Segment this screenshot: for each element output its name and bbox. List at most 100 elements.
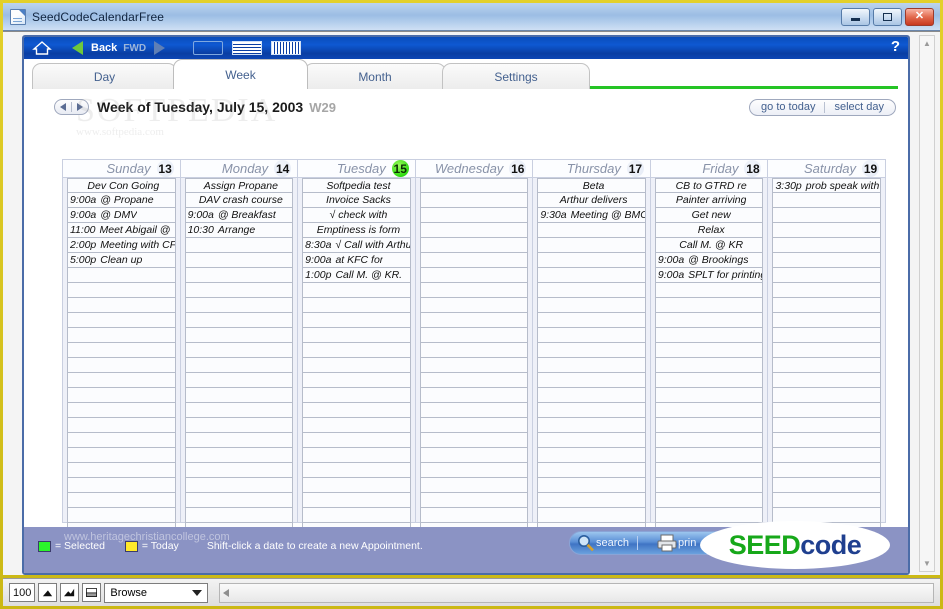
empty-slot[interactable] bbox=[537, 448, 646, 463]
appointment-row[interactable]: Arthur delivers bbox=[537, 193, 646, 208]
forward-arrow-icon[interactable] bbox=[154, 41, 166, 55]
mode-select[interactable]: Browse bbox=[104, 582, 209, 603]
list-view-icon[interactable] bbox=[232, 41, 263, 55]
tab-week[interactable]: Week bbox=[173, 59, 308, 89]
empty-slot[interactable] bbox=[654, 358, 764, 373]
empty-slot[interactable] bbox=[419, 268, 529, 283]
empty-slot[interactable] bbox=[184, 238, 294, 253]
empty-slot[interactable] bbox=[772, 418, 882, 433]
empty-slot[interactable] bbox=[772, 493, 882, 508]
empty-slot[interactable] bbox=[772, 478, 882, 493]
empty-slot[interactable] bbox=[419, 298, 529, 313]
empty-slot[interactable] bbox=[772, 433, 882, 448]
empty-slot[interactable] bbox=[654, 283, 764, 298]
empty-slot[interactable] bbox=[772, 208, 882, 223]
appointment-row[interactable]: CB to GTRD re bbox=[654, 178, 764, 193]
empty-slot[interactable] bbox=[537, 328, 646, 343]
appointment-row[interactable]: 9:00a @ Propane bbox=[67, 193, 176, 208]
empty-slot[interactable] bbox=[67, 343, 176, 358]
empty-slot[interactable] bbox=[419, 493, 529, 508]
empty-slot[interactable] bbox=[67, 298, 176, 313]
maximize-button[interactable] bbox=[873, 7, 902, 26]
empty-slot[interactable] bbox=[537, 478, 646, 493]
appointment-row[interactable]: Relax bbox=[654, 223, 764, 238]
empty-slot[interactable] bbox=[419, 223, 529, 238]
empty-slot[interactable] bbox=[654, 463, 764, 478]
appointment-row[interactable]: 9:00a SPLT for printing bbox=[654, 268, 764, 283]
next-week-icon[interactable] bbox=[77, 103, 83, 111]
empty-slot[interactable] bbox=[302, 403, 411, 418]
appointment-row[interactable]: Assign Propane bbox=[184, 178, 294, 193]
back-label[interactable]: Back bbox=[91, 42, 117, 54]
empty-slot[interactable] bbox=[302, 328, 411, 343]
home-icon[interactable] bbox=[32, 40, 52, 56]
empty-slot[interactable] bbox=[654, 478, 764, 493]
status-bar-track[interactable] bbox=[219, 582, 934, 603]
minimize-button[interactable] bbox=[841, 7, 870, 26]
appointment-row[interactable]: Painter arriving bbox=[654, 193, 764, 208]
empty-slot[interactable] bbox=[419, 238, 529, 253]
empty-slot[interactable] bbox=[537, 493, 646, 508]
empty-slot[interactable] bbox=[537, 388, 646, 403]
empty-slot[interactable] bbox=[537, 433, 646, 448]
day-number[interactable]: 18 bbox=[744, 160, 762, 177]
empty-slot[interactable] bbox=[184, 328, 294, 343]
empty-slot[interactable] bbox=[184, 358, 294, 373]
empty-slot[interactable] bbox=[302, 343, 411, 358]
empty-slot[interactable] bbox=[654, 328, 764, 343]
empty-slot[interactable] bbox=[419, 373, 529, 388]
empty-slot[interactable] bbox=[184, 448, 294, 463]
empty-slot[interactable] bbox=[419, 208, 529, 223]
empty-slot[interactable] bbox=[419, 508, 529, 523]
empty-slot[interactable] bbox=[772, 268, 882, 283]
empty-slot[interactable] bbox=[67, 268, 176, 283]
empty-slot[interactable] bbox=[67, 283, 176, 298]
empty-slot[interactable] bbox=[184, 253, 294, 268]
appointment-row[interactable]: 1:00p Call M. @ KR. bbox=[302, 268, 411, 283]
empty-slot[interactable] bbox=[419, 403, 529, 418]
empty-slot[interactable] bbox=[67, 493, 176, 508]
table-view-icon[interactable] bbox=[271, 41, 302, 55]
status-area-toggle-icon[interactable] bbox=[82, 583, 102, 602]
appointment-row[interactable]: Dev Con Going bbox=[67, 178, 176, 193]
appointment-row[interactable]: 11:00 Meet Abigail @ bbox=[67, 223, 176, 238]
empty-slot[interactable] bbox=[67, 448, 176, 463]
zoom-out-icon[interactable] bbox=[38, 583, 58, 602]
empty-slot[interactable] bbox=[537, 223, 646, 238]
empty-slot[interactable] bbox=[537, 343, 646, 358]
empty-slot[interactable] bbox=[184, 403, 294, 418]
empty-slot[interactable] bbox=[184, 313, 294, 328]
empty-slot[interactable] bbox=[184, 463, 294, 478]
appointment-row[interactable]: 9:00a @ Brookings bbox=[654, 253, 764, 268]
back-arrow-icon[interactable] bbox=[72, 41, 83, 55]
day-number[interactable]: 17 bbox=[626, 160, 644, 177]
empty-slot[interactable] bbox=[302, 313, 411, 328]
empty-slot[interactable] bbox=[537, 238, 646, 253]
appointment-row[interactable]: 9:30a Meeting @ BMC bbox=[537, 208, 646, 223]
day-number[interactable]: 14 bbox=[274, 160, 292, 177]
empty-slot[interactable] bbox=[67, 508, 176, 523]
day-column-saturday[interactable]: Saturday 19 3:30p prob speak with bbox=[768, 160, 886, 538]
empty-slot[interactable] bbox=[772, 298, 882, 313]
empty-slot[interactable] bbox=[537, 268, 646, 283]
help-button[interactable]: ? bbox=[891, 38, 900, 55]
empty-slot[interactable] bbox=[67, 403, 176, 418]
day-column-sunday[interactable]: Sunday 13 Dev Con Going 9:00a @ Propane 9:00a… bbox=[63, 160, 181, 538]
empty-slot[interactable] bbox=[419, 178, 529, 193]
empty-slot[interactable] bbox=[537, 253, 646, 268]
empty-slot[interactable] bbox=[654, 343, 764, 358]
day-number[interactable]: 13 bbox=[156, 160, 174, 177]
empty-slot[interactable] bbox=[654, 403, 764, 418]
appointment-row[interactable]: 9:00a at KFC for bbox=[302, 253, 411, 268]
appointment-row[interactable]: 8:30a √ Call with Arthur bbox=[302, 238, 411, 253]
empty-slot[interactable] bbox=[419, 358, 529, 373]
empty-slot[interactable] bbox=[772, 193, 882, 208]
empty-slot[interactable] bbox=[419, 283, 529, 298]
tab-month[interactable]: Month bbox=[304, 63, 446, 89]
empty-slot[interactable] bbox=[184, 388, 294, 403]
empty-slot[interactable] bbox=[537, 283, 646, 298]
empty-slot[interactable] bbox=[654, 373, 764, 388]
empty-slot[interactable] bbox=[654, 508, 764, 523]
tab-day[interactable]: Day bbox=[32, 63, 177, 89]
empty-slot[interactable] bbox=[772, 328, 882, 343]
